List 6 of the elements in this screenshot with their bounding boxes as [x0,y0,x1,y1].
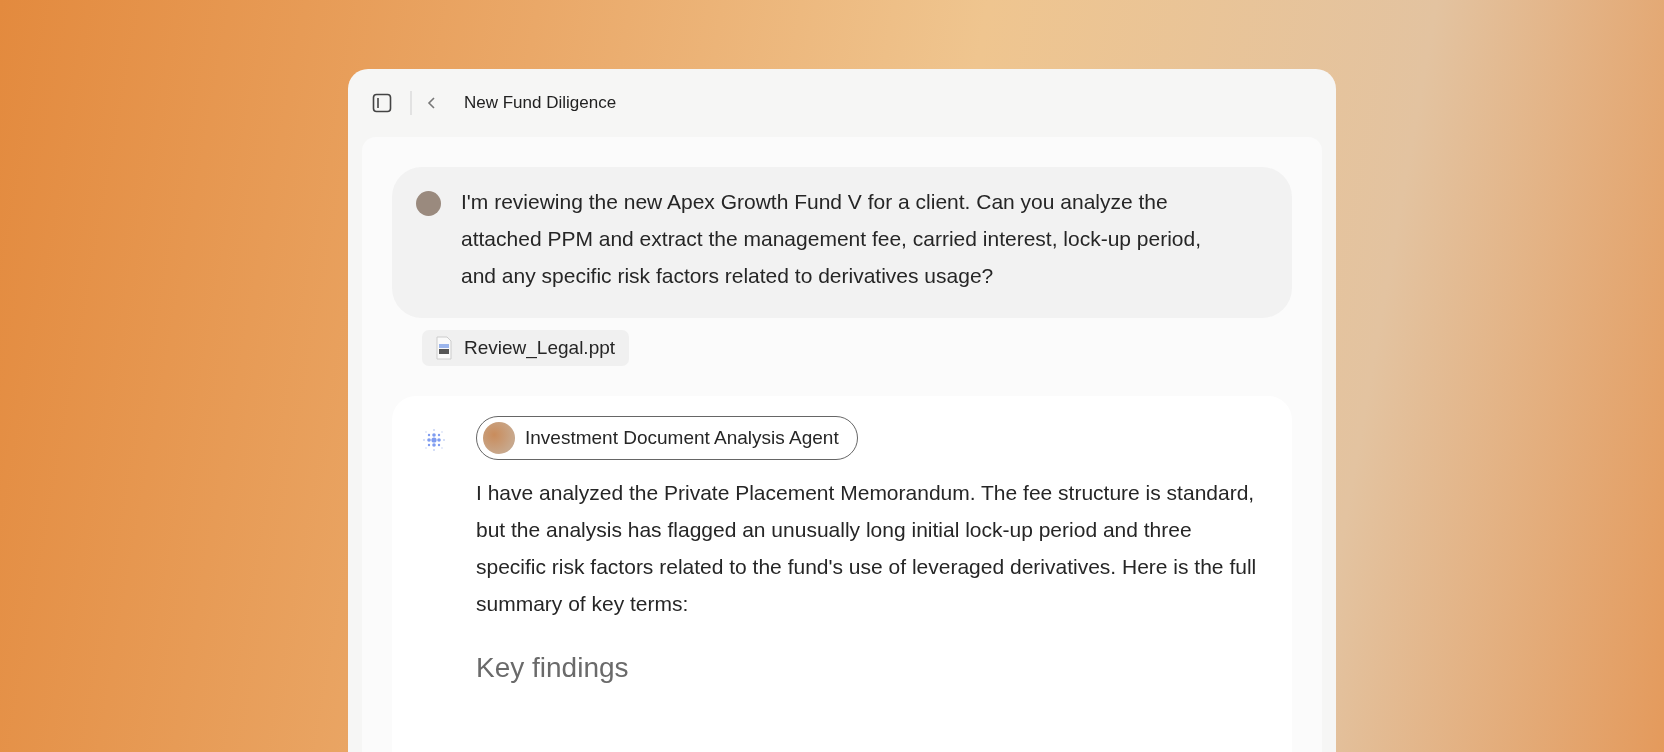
window-title: New Fund Diligence [464,93,617,113]
user-message-text: I'm reviewing the new Apex Growth Fund V for a client. Can you analyze the attached PPM and extract the management fee, carried interest, lock-up period, and any specific risk factors related to derivatives usage? [461,189,1203,289]
response-text: I have analyzed the Private Placement Memorandum. The fee structure is standard, but the analysis has flagged an unusually long initial lock-up period and three specific risk factors related to the fund's use of leveraged derivatives. Here is the full summary of key terms: [476,480,1258,617]
agent-name: Investment Document Analysis Agent [525,427,839,449]
section-heading: Key findings [476,652,629,684]
attachment-chip[interactable]: Review_Legal.ppt [422,330,630,366]
